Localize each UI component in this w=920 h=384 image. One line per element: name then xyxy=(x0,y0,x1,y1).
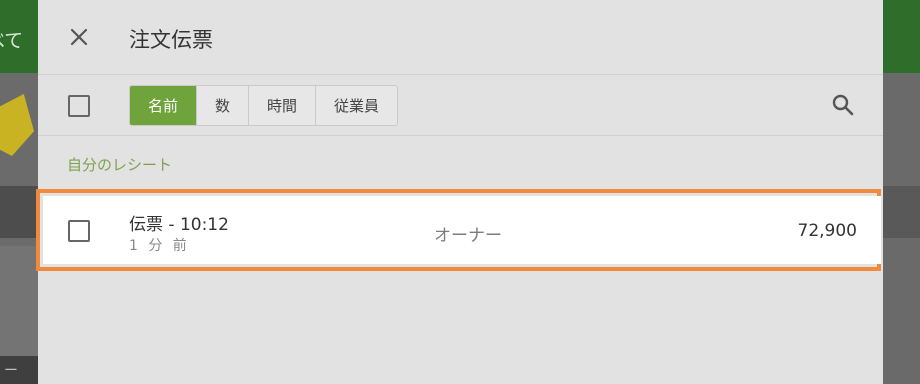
sort-tab-name[interactable]: 名前 xyxy=(130,86,197,125)
receipt-title: 伝票 - 10:12 xyxy=(129,215,229,235)
dialog-title: 注文伝票 xyxy=(129,28,213,52)
receipt-age: 1 分 前 xyxy=(129,238,190,254)
background-band xyxy=(0,186,38,238)
background-app-bar-text: べて xyxy=(0,30,24,52)
receipt-row[interactable]: 伝票 - 10:12 1 分 前 オーナー 72,900 xyxy=(43,196,881,264)
background-bottom-text: ー xyxy=(4,363,18,379)
close-icon xyxy=(70,28,88,46)
close-button[interactable] xyxy=(64,22,94,52)
search-icon xyxy=(832,94,854,116)
background-band xyxy=(883,186,920,238)
dialog-header: 注文伝票 xyxy=(38,0,883,75)
sort-tab-employee[interactable]: 従業員 xyxy=(315,86,398,125)
sort-tab-time[interactable]: 時間 xyxy=(248,86,316,125)
background-band xyxy=(0,246,38,358)
receipt-employee: オーナー xyxy=(434,226,502,246)
section-label-my-receipts: 自分のレシート xyxy=(67,156,173,174)
receipt-checkbox[interactable] xyxy=(68,220,90,242)
search-button[interactable] xyxy=(830,92,856,118)
receipts-dialog: 注文伝票 名前 数 時間 従業員 自分のレシート 伝票 - 10:12 1 分 … xyxy=(36,0,883,384)
select-all-checkbox[interactable] xyxy=(68,95,90,117)
dialog-toolbar: 名前 数 時間 従業員 xyxy=(38,75,883,136)
sort-segmented-control: 名前 数 時間 従業員 xyxy=(129,85,399,126)
receipt-amount: 72,900 xyxy=(797,221,857,241)
sort-tab-count[interactable]: 数 xyxy=(196,86,249,125)
